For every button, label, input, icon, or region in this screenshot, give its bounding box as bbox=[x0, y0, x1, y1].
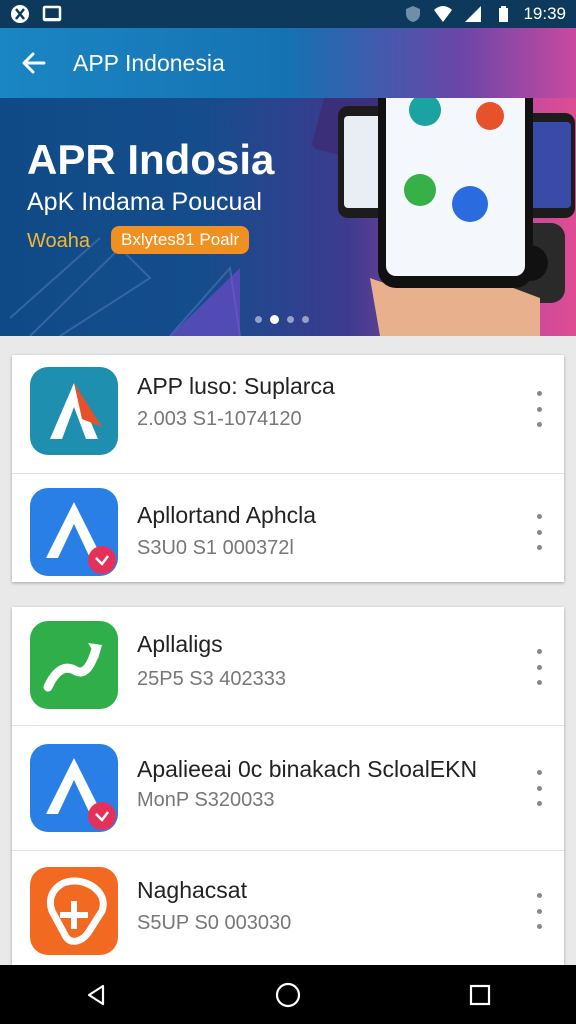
carousel-dot[interactable] bbox=[255, 316, 262, 323]
app-bar: APP Indonesia bbox=[0, 28, 576, 98]
app-list-item[interactable]: APP luso: Suplarca 2.003 S1-1074120 bbox=[12, 355, 564, 474]
hero-banner[interactable]: APR Indosia ApK Indama Poucual Woaha Bxl… bbox=[0, 98, 576, 336]
recents-square-icon[interactable] bbox=[460, 975, 500, 1015]
back-arrow-icon[interactable] bbox=[20, 49, 48, 77]
more-options-icon[interactable] bbox=[534, 893, 544, 929]
app-name: Apalieeai 0c binakach ScloalEKN bbox=[137, 756, 478, 782]
a-logo-blue-badge-icon bbox=[30, 488, 118, 576]
more-options-icon[interactable] bbox=[534, 770, 544, 806]
app-list-item[interactable]: Apllortand Aphcla S3U0 S1 000372l bbox=[12, 474, 564, 582]
shield-icon bbox=[406, 6, 421, 22]
status-time: 19:39 bbox=[523, 4, 566, 23]
hero-illustration bbox=[9, 98, 575, 336]
hero-subtitle: ApK Indama Poucual bbox=[27, 188, 262, 216]
a-logo-teal-icon bbox=[30, 367, 118, 455]
hero-tag: Woaha bbox=[27, 230, 91, 252]
home-circle-icon[interactable] bbox=[268, 975, 308, 1015]
app-meta: S5UP S0 003030 bbox=[137, 912, 292, 934]
app-meta: 2.003 S1-1074120 bbox=[137, 408, 302, 430]
app-list-item[interactable]: Naghacsat S5UP S0 003030 bbox=[12, 851, 564, 965]
green-arrow-icon bbox=[30, 621, 118, 709]
app-name: Apllaligs bbox=[137, 631, 223, 657]
hero-pill-button[interactable]: Bxlytes81 Poalr bbox=[111, 226, 250, 254]
navigation-bar bbox=[0, 965, 576, 1024]
carousel-dot-active[interactable] bbox=[270, 315, 279, 324]
app-list-item[interactable]: Apllaligs 25P5 S3 402333 bbox=[12, 607, 564, 726]
signal-icon bbox=[465, 6, 482, 22]
wifi-icon bbox=[434, 6, 453, 22]
app-list-card: APP luso: Suplarca 2.003 S1-1074120 Apll… bbox=[12, 355, 564, 582]
app-name: Apllortand Aphcla bbox=[137, 502, 317, 528]
app-badge-icon bbox=[11, 5, 29, 23]
app-name: Naghacsat bbox=[137, 877, 247, 903]
app-meta: MonP S320033 bbox=[137, 789, 275, 811]
orange-logo-icon bbox=[30, 867, 118, 955]
status-bar: 19:39 bbox=[0, 0, 576, 28]
app-list-card: Apllaligs 25P5 S3 402333 Apalieeai 0c bi… bbox=[12, 607, 564, 965]
back-triangle-icon[interactable] bbox=[76, 975, 116, 1015]
more-options-icon[interactable] bbox=[534, 391, 544, 427]
app-meta: S3U0 S1 000372l bbox=[137, 537, 294, 559]
battery-icon bbox=[499, 6, 509, 22]
page-title: APP Indonesia bbox=[73, 49, 225, 76]
hero-title: APR Indosia bbox=[27, 136, 275, 183]
carousel-dot[interactable] bbox=[287, 316, 294, 323]
carousel-indicator bbox=[255, 315, 309, 324]
more-options-icon[interactable] bbox=[534, 649, 544, 685]
app-name: APP luso: Suplarca bbox=[137, 373, 335, 399]
carousel-dot[interactable] bbox=[302, 316, 309, 323]
app-list-item[interactable]: Apalieeai 0c binakach ScloalEKN MonP S32… bbox=[12, 726, 564, 851]
app-meta: 25P5 S3 402333 bbox=[137, 668, 287, 690]
more-options-icon[interactable] bbox=[534, 514, 544, 550]
screen-icon bbox=[42, 5, 62, 22]
a-logo-blue-badge-icon bbox=[30, 744, 118, 832]
